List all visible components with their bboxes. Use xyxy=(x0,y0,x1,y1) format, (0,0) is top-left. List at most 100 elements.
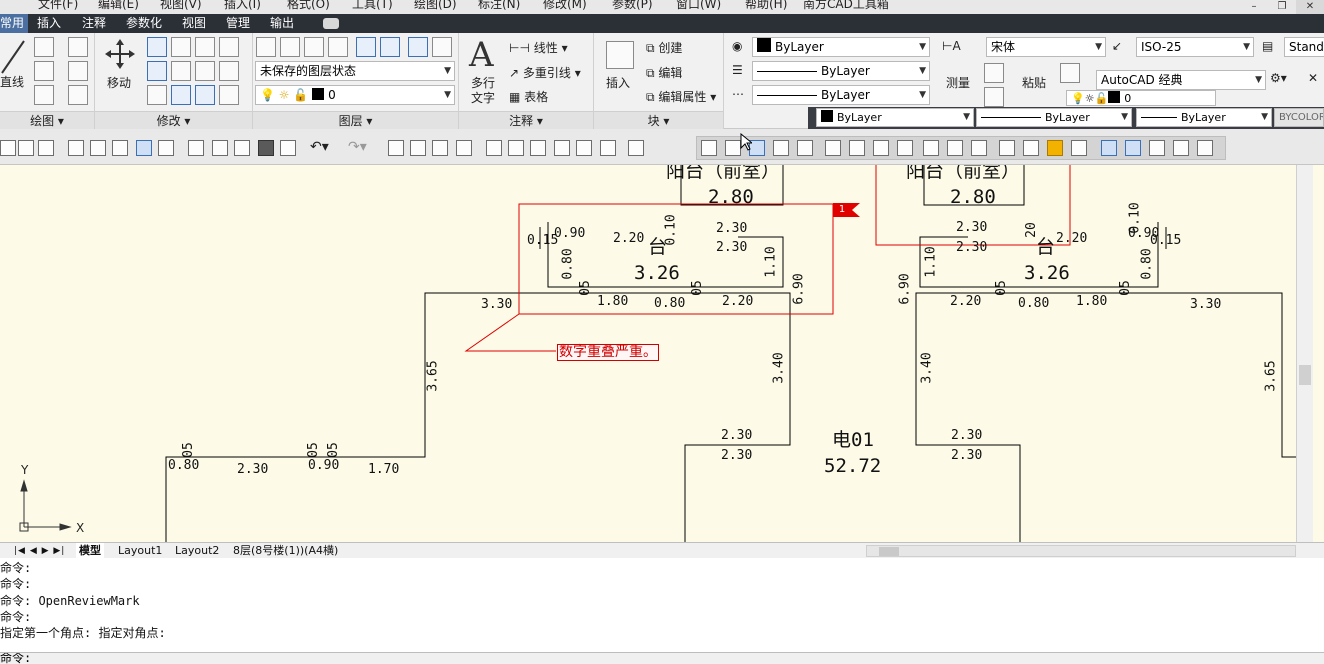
linetype-dropdown[interactable]: ByLayer ▼ xyxy=(752,61,930,81)
measure-button[interactable]: 测量 xyxy=(946,74,970,91)
tab-output[interactable]: 输出 xyxy=(270,14,294,33)
vertical-scrollbar[interactable] xyxy=(1296,165,1313,542)
edit-attribute-button[interactable]: ⧉ 编辑属性 ▾ xyxy=(646,88,716,105)
tab-manage[interactable]: 管理 xyxy=(226,14,250,33)
copy-icon-toolbar[interactable] xyxy=(212,140,228,156)
review-flag-number[interactable]: 1 xyxy=(835,203,849,217)
font-dropdown[interactable]: 宋体 ▼ xyxy=(986,37,1106,57)
offset-icon[interactable] xyxy=(219,85,239,105)
menu-insert[interactable]: 插入(I) xyxy=(224,0,261,12)
tab-insert[interactable]: 插入 xyxy=(37,14,61,33)
insert-block-label[interactable]: 插入 xyxy=(606,74,630,91)
pan-icon[interactable] xyxy=(388,140,404,156)
stretch-icon[interactable] xyxy=(147,85,167,105)
layer-freeze-icon[interactable] xyxy=(380,37,400,57)
extend-icon[interactable] xyxy=(195,37,215,57)
review-delete-icon[interactable] xyxy=(773,140,789,156)
array-icon[interactable] xyxy=(195,85,215,105)
tool-palettes-icon[interactable] xyxy=(530,140,546,156)
line-button-label[interactable]: 直线 xyxy=(0,73,24,90)
plot-style-dropdown[interactable]: BYCOLOR xyxy=(1274,108,1324,127)
layer-lock-icon[interactable] xyxy=(408,37,428,57)
design-center-icon[interactable] xyxy=(508,140,524,156)
text-style-icon[interactable]: ⊢A xyxy=(942,39,961,53)
move-button-label[interactable]: 移动 xyxy=(107,74,131,91)
paste-button[interactable]: 粘贴 xyxy=(1022,74,1046,91)
trim-icon[interactable] xyxy=(171,37,191,57)
layer-previous-icon[interactable] xyxy=(304,37,324,57)
3d-dwf-icon[interactable] xyxy=(136,140,152,156)
rectangle-icon[interactable] xyxy=(68,61,88,81)
color-dropdown[interactable]: ByLayer ▼ xyxy=(752,37,930,57)
horizontal-scroll-thumb[interactable] xyxy=(879,547,899,556)
dim-style-icon[interactable]: ↙ xyxy=(1112,39,1122,53)
ellipse-icon[interactable] xyxy=(34,85,54,105)
scale-icon[interactable] xyxy=(171,85,191,105)
layer-toolbar-dropdown[interactable]: 💡☼🔓 0 xyxy=(1066,90,1216,106)
menu-help[interactable]: 帮助(H) xyxy=(745,0,787,12)
menu-window[interactable]: 窗口(W) xyxy=(676,0,721,12)
menu-modify[interactable]: 修改(M) xyxy=(543,0,587,12)
explode-icon[interactable] xyxy=(219,61,239,81)
redo-icon[interactable]: ↷▾ xyxy=(348,139,367,155)
minimize-icon[interactable]: – xyxy=(1240,0,1268,14)
open-icon[interactable] xyxy=(18,140,34,156)
rotate-icon[interactable] xyxy=(147,37,167,57)
tab-home[interactable]: 常用 xyxy=(0,14,29,33)
command-input[interactable]: 命令: xyxy=(0,652,1324,664)
layer-isolate-icon[interactable] xyxy=(328,37,348,57)
vertical-scroll-thumb[interactable] xyxy=(1299,365,1311,385)
mirror-icon[interactable] xyxy=(171,61,191,81)
block-panel-title[interactable]: 块 ▾ xyxy=(594,111,723,129)
menu-draw[interactable]: 绘图(D) xyxy=(414,0,457,12)
insert-block-icon[interactable] xyxy=(606,41,634,69)
menu-parametric[interactable]: 参数(P) xyxy=(612,0,653,12)
review-info-icon[interactable] xyxy=(1071,140,1087,156)
layer-state-dropdown[interactable]: 未保存的图层状态 ▼ xyxy=(255,61,455,81)
undo-icon[interactable]: ↶▾ xyxy=(310,139,329,155)
review-text-icon[interactable] xyxy=(971,140,987,156)
markup-icon[interactable] xyxy=(576,140,592,156)
annotation-panel-title[interactable]: 注释 ▾ xyxy=(459,111,593,129)
layout-nav-icons[interactable]: |◀ ◀ ▶ ▶| xyxy=(14,543,65,559)
review-note[interactable]: 数字重叠严重。 xyxy=(557,344,659,361)
layer-walk-icon[interactable] xyxy=(432,37,452,57)
review-add-icon[interactable] xyxy=(701,140,717,156)
tab-annotate[interactable]: 注释 xyxy=(82,14,106,33)
ribbon-minimize-button[interactable] xyxy=(323,18,339,29)
hatch-icon[interactable] xyxy=(68,85,88,105)
menu-dimension[interactable]: 标注(N) xyxy=(478,0,520,12)
new-icon[interactable] xyxy=(0,140,16,156)
line-icon[interactable] xyxy=(0,37,30,77)
plot-icon[interactable] xyxy=(68,140,84,156)
etransmit-icon[interactable] xyxy=(158,140,174,156)
toolbar-close-icon[interactable]: ✕ xyxy=(1308,71,1318,85)
close-icon[interactable]: ✕ xyxy=(1296,0,1324,14)
menu-format[interactable]: 格式(O) xyxy=(287,0,330,12)
zoom-window-icon[interactable] xyxy=(432,140,448,156)
copy-clip-icon[interactable] xyxy=(1060,63,1080,83)
toolbar-linetype-dropdown[interactable]: ByLayer ▼ xyxy=(976,108,1132,127)
layer-match-icon[interactable] xyxy=(280,37,300,57)
menu-view[interactable]: 视图(V) xyxy=(160,0,202,12)
color-wheel-icon[interactable]: ◉ xyxy=(732,39,742,53)
tab-parametric[interactable]: 参数化 xyxy=(126,14,162,33)
horizontal-scrollbar[interactable] xyxy=(866,545,1296,557)
save-icon[interactable] xyxy=(38,140,54,156)
calculator-toolbar-icon[interactable] xyxy=(600,140,616,156)
modify-panel-title[interactable]: 修改 ▾ xyxy=(95,111,252,129)
lineweight-dropdown[interactable]: ByLayer ▼ xyxy=(752,85,930,105)
tab-view[interactable]: 视图 xyxy=(182,14,206,33)
review-tile-icon[interactable] xyxy=(1149,140,1165,156)
current-layer-dropdown[interactable]: 💡 ☼ 🔓 0 ▼ xyxy=(255,85,455,105)
review-print-icon[interactable] xyxy=(1101,140,1117,156)
review-more-icon[interactable] xyxy=(1173,140,1189,156)
layer-off-icon[interactable] xyxy=(356,37,376,57)
zoom-realtime-icon[interactable] xyxy=(410,140,426,156)
linear-dim-button[interactable]: ⊢⊣ 线性 ▾ xyxy=(509,39,568,56)
workspace-settings-icon[interactable]: ⚙▾ xyxy=(1270,71,1287,85)
menu-tools[interactable]: 工具(T) xyxy=(352,0,393,12)
copy-icon[interactable] xyxy=(147,61,167,81)
mtext-label-2[interactable]: 文字 xyxy=(471,89,495,106)
review-next-icon[interactable] xyxy=(825,140,841,156)
